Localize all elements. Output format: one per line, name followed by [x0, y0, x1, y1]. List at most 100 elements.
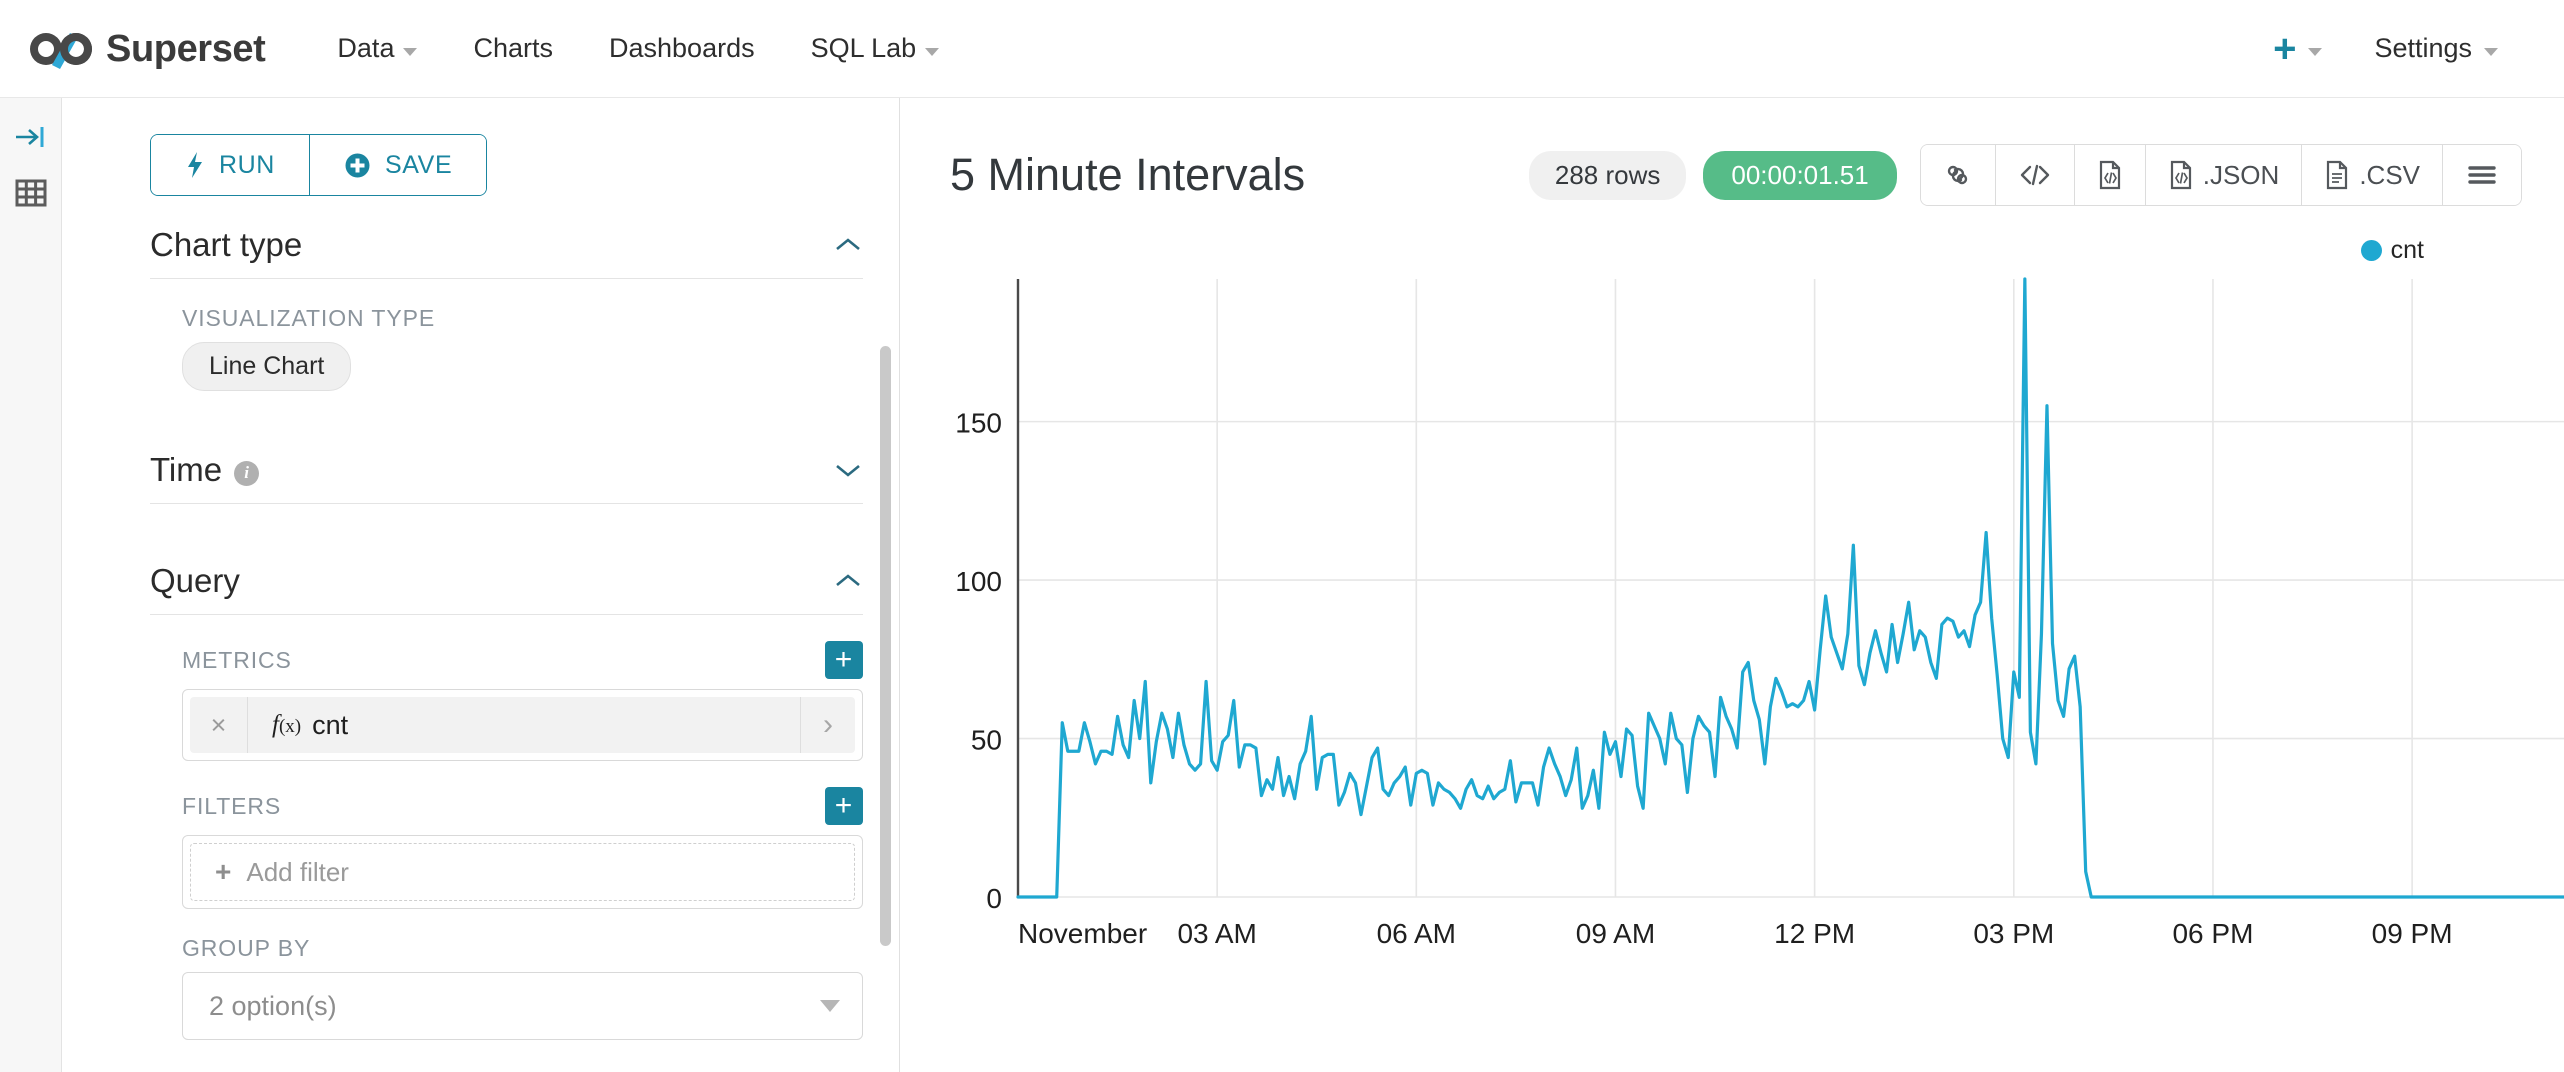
chevron-down-icon [836, 464, 860, 477]
chevron-down-icon [2308, 47, 2323, 56]
filters-control-box: + Add filter [182, 835, 863, 909]
json-file-icon [2170, 160, 2191, 190]
view-results-json-button[interactable] [2074, 145, 2146, 205]
view-query-button[interactable] [1995, 145, 2075, 205]
control-panel-inner: RUN SAVE Chart type VISUALIZATION TYPE L… [62, 116, 899, 1040]
add-filter-button[interactable]: + [825, 787, 863, 825]
visualization-type-label: VISUALIZATION TYPE [182, 305, 436, 331]
svg-text:06 PM: 06 PM [2172, 918, 2253, 949]
run-save-button-group: RUN SAVE [150, 134, 488, 196]
nav-item-dashboards-label: Dashboards [609, 33, 755, 63]
app-body: RUN SAVE Chart type VISUALIZATION TYPE L… [0, 98, 2564, 1072]
plus-icon: + [215, 856, 232, 887]
section-header-time[interactable]: Time i [150, 421, 863, 504]
svg-text:12 PM: 12 PM [1774, 918, 1855, 949]
chevron-down-icon [403, 47, 418, 56]
svg-text:03 AM: 03 AM [1177, 918, 1256, 949]
group-by-select[interactable]: 2 option(s) [182, 972, 863, 1040]
chevron-up-icon [836, 238, 860, 251]
chevron-down-icon [820, 1000, 840, 1012]
expand-panel-icon[interactable] [14, 122, 48, 152]
group-by-label: GROUP BY [182, 935, 311, 961]
query-duration-badge: 00:00:01.51 [1703, 150, 1897, 200]
chevron-down-icon [925, 47, 940, 56]
share-link-button[interactable] [1920, 145, 1996, 205]
svg-text:06 AM: 06 AM [1377, 918, 1456, 949]
save-button-label: SAVE [384, 150, 453, 179]
csv-file-icon [2327, 160, 2348, 190]
brand-name: Superset [106, 27, 266, 70]
plus-icon: + [2273, 26, 2297, 71]
superset-infinity-logo [30, 32, 92, 69]
legend-color-swatch [2360, 240, 2382, 261]
main-nav: Data Charts Dashboards SQL Lab [309, 33, 967, 64]
chart-menu-button[interactable] [2443, 145, 2521, 205]
chart-legend: cnt [950, 206, 2522, 265]
nav-item-data-label: Data [337, 33, 395, 63]
filters-label-row: FILTERS + [150, 761, 863, 835]
left-icon-rail [0, 98, 62, 1072]
line-chart-plot[interactable]: 0 50 100 150 November 03 AM 06 AM 09 AM 12 PM 03 … [950, 269, 2564, 969]
page-title: 5 Minute Intervals [950, 149, 1306, 200]
control-panel-scrollbar[interactable] [880, 346, 891, 946]
chevron-up-icon [836, 574, 860, 587]
section-header-query[interactable]: Query [150, 532, 863, 615]
rows-badge: 288 rows [1528, 150, 1687, 200]
function-icon: f(x) [272, 711, 302, 738]
download-json-button[interactable]: .JSON [2145, 145, 2303, 205]
svg-text:09 AM: 09 AM [1576, 918, 1655, 949]
metric-name: cnt [312, 709, 349, 740]
run-button-label: RUN [219, 150, 275, 179]
nav-item-dashboards[interactable]: Dashboards [581, 33, 783, 64]
remove-metric-icon[interactable]: × [190, 697, 248, 753]
control-panel: RUN SAVE Chart type VISUALIZATION TYPE L… [62, 98, 900, 1072]
visualization-type-value[interactable]: Line Chart [182, 342, 352, 391]
settings-label: Settings [2374, 33, 2472, 63]
run-button[interactable]: RUN [151, 135, 309, 195]
chart-area: 5 Minute Intervals 288 rows 00:00:01.51 [900, 98, 2564, 1072]
hamburger-menu-icon [2468, 166, 2496, 184]
plot-container: 0 50 100 150 November 03 AM 06 AM 09 AM 12 PM 03 … [950, 269, 2564, 969]
settings-menu[interactable]: Settings [2348, 33, 2516, 64]
svg-text:0: 0 [986, 883, 1002, 914]
new-item-menu[interactable]: + [2247, 26, 2348, 71]
brand-logo[interactable]: Superset [30, 27, 266, 70]
add-metric-button[interactable]: + [825, 641, 863, 679]
nav-item-charts-label: Charts [473, 33, 553, 63]
legend-item-cnt[interactable]: cnt [2360, 236, 2424, 265]
nav-item-charts[interactable]: Charts [445, 33, 581, 64]
section-title-query: Query [150, 562, 240, 599]
chevron-right-icon[interactable]: › [800, 697, 855, 753]
top-navbar: Superset Data Charts Dashboards SQL Lab … [0, 0, 2564, 98]
svg-text:50: 50 [971, 725, 1002, 756]
section-title-time: Time [150, 451, 223, 488]
add-filter-placeholder: Add filter [246, 856, 349, 887]
nav-item-sql-lab[interactable]: SQL Lab [783, 33, 968, 64]
chart-header: 5 Minute Intervals 288 rows 00:00:01.51 [950, 126, 2522, 206]
save-button[interactable]: SAVE [308, 135, 487, 195]
metrics-control-box: × f(x) cnt › [182, 689, 863, 761]
svg-text:03 PM: 03 PM [1973, 918, 2054, 949]
section-header-chart-type[interactable]: Chart type [150, 196, 863, 279]
plus-circle-icon [345, 153, 370, 177]
info-icon[interactable]: i [234, 460, 260, 486]
chart-action-group: .JSON .CSV [1919, 144, 2522, 206]
metrics-label-row: METRICS + [150, 615, 863, 689]
svg-text:November: November [1018, 918, 1147, 949]
chart-toolbar: 288 rows 00:00:01.51 .JSON .CSV [1528, 144, 2522, 206]
lightning-bolt-icon [188, 152, 202, 178]
data-table-icon[interactable] [15, 178, 47, 208]
nav-item-data[interactable]: Data [309, 33, 445, 64]
section-title-chart-type: Chart type [150, 226, 303, 263]
add-filter-dropzone[interactable]: + Add filter [190, 843, 855, 901]
svg-text:09 PM: 09 PM [2372, 918, 2453, 949]
metric-item[interactable]: × f(x) cnt › [190, 697, 855, 753]
link-icon [1947, 165, 1967, 185]
download-csv-label: .CSV [2359, 159, 2420, 190]
download-csv-button[interactable]: .CSV [2302, 145, 2443, 205]
code-icon [2020, 164, 2049, 186]
svg-text:100: 100 [955, 566, 1002, 597]
nav-item-sql-lab-label: SQL Lab [810, 33, 917, 63]
download-json-label: .JSON [2202, 159, 2280, 190]
svg-text:150: 150 [955, 408, 1002, 439]
